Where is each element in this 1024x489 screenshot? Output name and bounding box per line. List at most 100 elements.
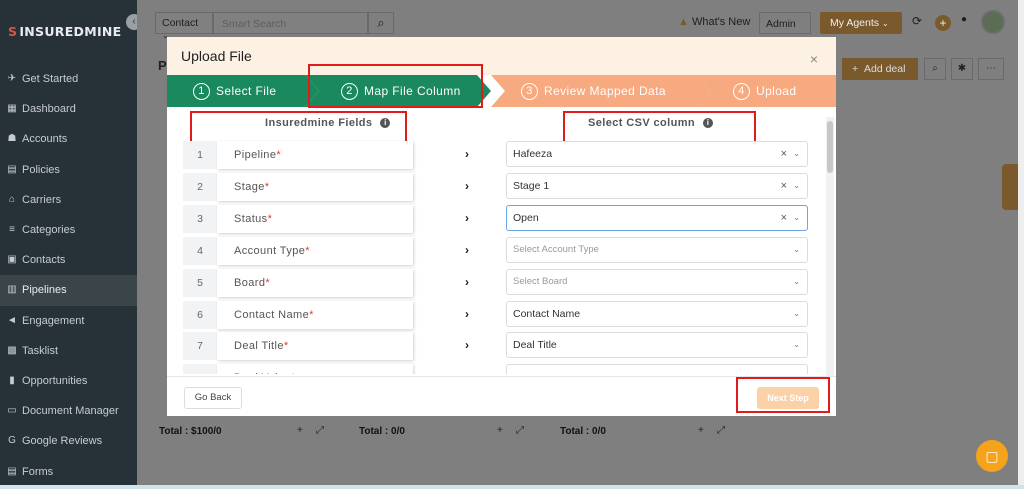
- sidebar-item-label: Dashboard: [22, 103, 76, 116]
- smart-search-input[interactable]: Smart Search: [213, 12, 368, 34]
- more-icon[interactable]: ⋯: [978, 58, 1004, 80]
- stepper: 1 Select File 2 Map File Column 3 Review Ma…: [167, 75, 836, 107]
- required-mark: *: [283, 340, 289, 353]
- insuredmine-field: Deal Title*: [217, 332, 413, 361]
- chevron-down-icon[interactable]: ⌄: [793, 302, 800, 326]
- search-icon[interactable]: ⌕: [368, 12, 394, 34]
- folder-icon: ▭: [7, 405, 17, 417]
- sidebar-item-forms[interactable]: ▤ Forms: [0, 456, 137, 486]
- row-number: 7: [183, 332, 217, 361]
- my-agents-button[interactable]: My Agents ⌄: [820, 12, 902, 34]
- chat-icon[interactable]: ▢: [976, 440, 1008, 472]
- sidebar-item-get-started[interactable]: ✈ Get Started: [0, 64, 137, 94]
- sidebar-item-carriers[interactable]: ⌂ Carriers: [0, 185, 137, 215]
- feedback-tab[interactable]: [1002, 164, 1018, 210]
- sidebar-item-label: Policies: [22, 163, 60, 176]
- chevron-right-icon: ›: [465, 370, 469, 374]
- chevron-down-icon[interactable]: ⌄: [793, 206, 800, 230]
- column-total: Total : 0/0: [359, 426, 405, 437]
- csv-column-select[interactable]: Select Account Type ⌄: [506, 236, 808, 263]
- add-deal-button[interactable]: + Add deal: [842, 58, 918, 80]
- sidebar-item-label: Contacts: [22, 254, 66, 267]
- clear-icon[interactable]: ×: [781, 142, 787, 166]
- insuredmine-field: Board*: [217, 268, 413, 297]
- csv-column-select[interactable]: Select Board ⌄: [506, 268, 808, 295]
- csv-column-select[interactable]: Open × ⌄: [506, 204, 808, 231]
- step-review-mapped-data[interactable]: 3 Review Mapped Data: [491, 75, 711, 107]
- insuredmine-field: Deal Value*: [217, 364, 413, 374]
- gear-icon[interactable]: ✱: [951, 58, 973, 80]
- sidebar-item-policies[interactable]: ▤ Policies: [0, 155, 137, 185]
- sidebar-item-categories[interactable]: ≡ Categories: [0, 215, 137, 245]
- csv-column-select[interactable]: Contact Name ⌄: [506, 300, 808, 327]
- plus-icon[interactable]: +: [297, 425, 303, 436]
- app-logo[interactable]: S INSUREDMINE: [8, 24, 122, 39]
- sidebar-item-label: Carriers: [22, 193, 62, 206]
- select-value: Deal Title: [513, 339, 557, 352]
- clear-icon[interactable]: ×: [781, 174, 787, 198]
- chevron-down-icon[interactable]: ⌄: [793, 365, 800, 374]
- step-select-file[interactable]: 1 Select File: [167, 75, 319, 107]
- modal-scrollbar-thumb[interactable]: [827, 121, 833, 173]
- csv-column-select[interactable]: ⌄: [506, 364, 808, 374]
- step-upload[interactable]: 4 Upload: [697, 75, 836, 107]
- required-mark: *: [291, 372, 296, 374]
- add-icon[interactable]: +: [935, 15, 951, 31]
- chevron-right-icon: ›: [465, 242, 469, 257]
- sidebar-item-contacts[interactable]: ▣ Contacts: [0, 245, 137, 275]
- row-number: 1: [183, 141, 217, 169]
- admin-select[interactable]: Admin ⌄: [759, 12, 811, 41]
- modal-title: Upload File: [181, 48, 252, 64]
- sidebar-item-opportunities[interactable]: ▮ Opportunities: [0, 366, 137, 396]
- sidebar-item-pipelines[interactable]: ▥ Pipelines: [0, 275, 137, 306]
- sidebar-item-tasklist[interactable]: ▩ Tasklist: [0, 336, 137, 366]
- highlight-box: [563, 111, 756, 143]
- refresh-icon[interactable]: ⟳: [912, 14, 922, 28]
- sidebar-item-accounts[interactable]: ☗ Accounts: [0, 124, 137, 154]
- go-back-button[interactable]: Go Back: [184, 387, 242, 409]
- sidebar-nav: ✈ Get Started ▦ Dashboard ☗ Accounts ▤ Policies…: [0, 64, 137, 487]
- window-scrollbar[interactable]: [1018, 0, 1024, 489]
- avatar[interactable]: [981, 10, 1005, 34]
- highlight-box: [736, 377, 830, 413]
- expand-icon[interactable]: ⤢: [316, 425, 324, 436]
- chevron-down-icon[interactable]: ⌄: [793, 174, 800, 198]
- plus-icon[interactable]: +: [497, 425, 503, 436]
- chevron-down-icon[interactable]: ⌄: [793, 238, 800, 262]
- sidebar-item-engagement[interactable]: ◄ Engagement: [0, 306, 137, 336]
- select-value: Stage 1: [513, 179, 550, 192]
- pipelines-icon: ▥: [7, 284, 17, 296]
- bell-icon[interactable]: ●: [961, 14, 967, 25]
- expand-icon[interactable]: ⤢: [717, 425, 725, 436]
- expand-icon[interactable]: ⤢: [516, 425, 524, 436]
- categories-icon: ≡: [9, 224, 15, 236]
- sidebar-item-google-reviews[interactable]: G Google Reviews: [0, 426, 137, 456]
- sidebar-item-document-manager[interactable]: ▭ Document Manager: [0, 396, 137, 426]
- insuredmine-field: Status*: [217, 204, 413, 233]
- sidebar-item-label: Opportunities: [22, 374, 88, 387]
- csv-column-select[interactable]: Deal Title ⌄: [506, 332, 808, 359]
- fire-icon: ▲: [678, 16, 689, 28]
- chevron-down-icon[interactable]: ⌄: [793, 142, 800, 166]
- column-total: Total : 0/0: [560, 426, 606, 437]
- sidebar-item-dashboard[interactable]: ▦ Dashboard: [0, 94, 137, 124]
- contact-type-select[interactable]: Contact ⌄: [155, 12, 213, 40]
- search-icon[interactable]: ⌕: [924, 58, 946, 80]
- csv-column-select[interactable]: Stage 1 × ⌄: [506, 172, 808, 199]
- mapping-row: 2 Stage* › Stage 1 × ⌄: [183, 172, 809, 201]
- modal-header: Upload File ×: [167, 37, 836, 75]
- field-label: Pipeline: [234, 149, 277, 161]
- close-icon[interactable]: ×: [810, 51, 818, 67]
- clear-icon[interactable]: ×: [781, 206, 787, 230]
- whats-new-link[interactable]: ▲ What's New: [678, 16, 750, 28]
- insuredmine-field: Account Type*: [217, 236, 413, 265]
- chevron-down-icon[interactable]: ⌄: [793, 270, 800, 294]
- plus-icon[interactable]: +: [698, 425, 704, 436]
- chevron-down-icon[interactable]: ⌄: [793, 333, 800, 357]
- field-label: Status: [234, 212, 268, 225]
- csv-column-select[interactable]: Hafeeza × ⌄: [506, 141, 808, 167]
- contacts-icon: ▣: [7, 254, 17, 266]
- chart-icon: ▮: [9, 374, 15, 386]
- sidebar-item-label: Google Reviews: [22, 435, 103, 448]
- required-mark: *: [264, 180, 270, 193]
